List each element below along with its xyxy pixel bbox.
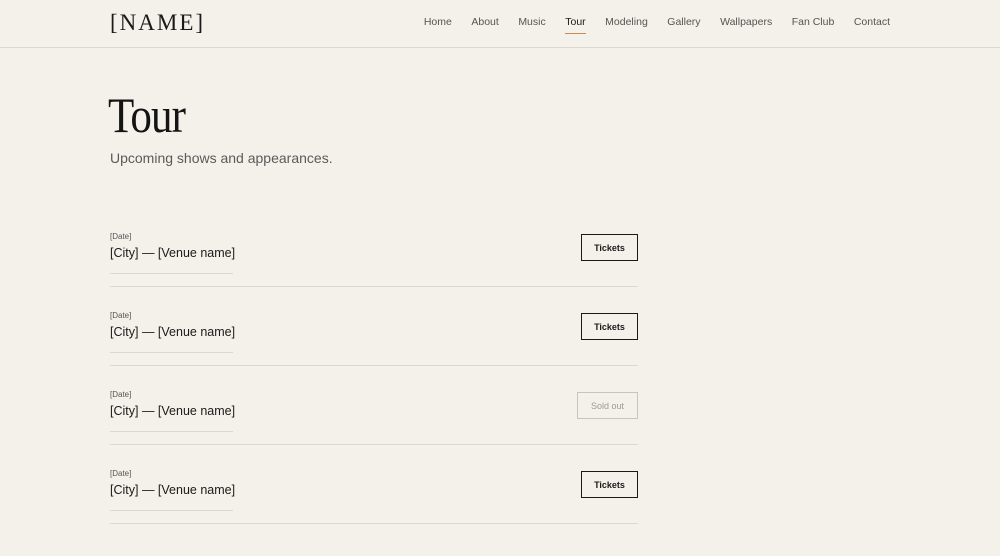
show-date: [Date] bbox=[110, 311, 132, 320]
tickets-button[interactable]: Tickets bbox=[581, 471, 638, 498]
sold-out-button: Sold out bbox=[577, 392, 638, 419]
nav-about[interactable]: About bbox=[471, 16, 498, 34]
show-date: [Date] bbox=[110, 390, 132, 399]
show-list: [Date] [City] — [Venue name] Tickets [Da… bbox=[110, 208, 638, 524]
tickets-button[interactable]: Tickets bbox=[581, 313, 638, 340]
show-location: [City] — [Venue name] bbox=[110, 404, 235, 432]
nav-tour[interactable]: Tour bbox=[565, 16, 586, 34]
show-location: [City] — [Venue name] bbox=[110, 325, 235, 353]
show-row: [Date] [City] — [Venue name] Sold out bbox=[110, 366, 638, 445]
page-subtitle: Upcoming shows and appearances. bbox=[110, 150, 333, 166]
nav-contact[interactable]: Contact bbox=[854, 16, 890, 34]
show-row: [Date] [City] — [Venue name] Tickets bbox=[110, 445, 638, 524]
show-row: [Date] [City] — [Venue name] Tickets bbox=[110, 287, 638, 366]
site-logo[interactable]: [NAME] bbox=[110, 10, 205, 36]
show-date: [Date] bbox=[110, 469, 132, 478]
main-nav: Home About Music Tour Modeling Gallery W… bbox=[404, 16, 890, 34]
show-date: [Date] bbox=[110, 232, 132, 241]
nav-gallery[interactable]: Gallery bbox=[667, 16, 700, 34]
site-header: [NAME] Home About Music Tour Modeling Ga… bbox=[0, 0, 1000, 48]
show-location: [City] — [Venue name] bbox=[110, 246, 235, 274]
page-title: Tour bbox=[108, 87, 186, 143]
show-row: [Date] [City] — [Venue name] Tickets bbox=[110, 208, 638, 287]
tickets-button[interactable]: Tickets bbox=[581, 234, 638, 261]
nav-wallpapers[interactable]: Wallpapers bbox=[720, 16, 772, 34]
nav-fan-club[interactable]: Fan Club bbox=[792, 16, 835, 34]
nav-music[interactable]: Music bbox=[518, 16, 545, 34]
show-location: [City] — [Venue name] bbox=[110, 483, 235, 511]
nav-home[interactable]: Home bbox=[424, 16, 452, 34]
nav-modeling[interactable]: Modeling bbox=[605, 16, 648, 34]
